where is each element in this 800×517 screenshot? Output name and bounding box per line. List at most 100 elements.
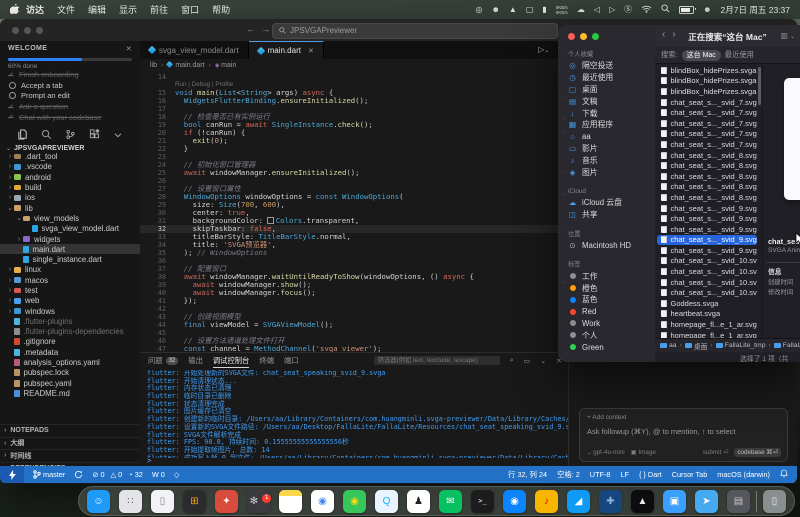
weather-icon[interactable]: ☁ bbox=[577, 6, 585, 14]
dock-app-notes[interactable] bbox=[279, 490, 302, 513]
welcome-item-2[interactable]: Prompt an edit bbox=[8, 91, 132, 102]
dock-app-launchpad[interactable]: ∷ bbox=[119, 490, 142, 513]
tree-item-.metadata[interactable]: .metadata bbox=[0, 347, 140, 357]
search-icon[interactable]: ⌕ bbox=[510, 357, 514, 365]
tree-item-web[interactable]: ›web bbox=[0, 296, 140, 306]
dock-app-terminal[interactable]: >_ bbox=[471, 490, 494, 513]
now-playing-icon[interactable]: ▷ bbox=[609, 6, 615, 14]
sidebar-item-Green[interactable]: Green bbox=[558, 341, 655, 353]
menu-item-3[interactable]: 显示 bbox=[119, 3, 137, 16]
breadcrumb-item-lib[interactable]: lib bbox=[150, 62, 157, 69]
add-context-button[interactable]: + Add context bbox=[587, 414, 627, 421]
tree-item-.flutter-plugins-dependencies[interactable]: .flutter-plugins-dependencies bbox=[0, 327, 140, 337]
sidebar-item-桌面[interactable]: ▢桌面 bbox=[558, 84, 655, 96]
sync-icon[interactable] bbox=[74, 470, 83, 479]
sidebar-section-NOTEPADS[interactable]: ›NOTEPADS bbox=[0, 424, 140, 437]
battery-icon[interactable] bbox=[679, 6, 694, 14]
search-icon[interactable] bbox=[661, 4, 670, 15]
dock-app-iphone-mirroring[interactable]: ▯ bbox=[151, 490, 174, 513]
status-item-1[interactable]: 空格: 2 bbox=[557, 470, 580, 480]
file-row-4[interactable]: chat_seat_s..._svid_7.svga bbox=[657, 107, 757, 118]
sidebar-item-Macintosh HD[interactable]: ⊙Macintosh HD bbox=[558, 240, 655, 252]
chevron-down-icon[interactable] bbox=[113, 130, 123, 140]
file-row-14[interactable]: chat_seat_s..._svid_9.svga bbox=[657, 213, 757, 224]
dock-app-bird-app[interactable]: ➤ bbox=[695, 490, 718, 513]
code-line-16[interactable]: 16 WidgetsFlutterBinding.ensureInitializ… bbox=[140, 97, 568, 105]
dock-app-cursor[interactable]: ▲ bbox=[631, 490, 654, 513]
debug-icon[interactable]: ◇ bbox=[174, 470, 180, 479]
file-row-8[interactable]: chat_seat_s..._svid_8.svga bbox=[657, 150, 757, 161]
zoom-window-button[interactable] bbox=[592, 33, 599, 40]
welcome-item-1[interactable]: Accept a tab bbox=[8, 80, 132, 91]
dock-app-gray-app[interactable]: ▤ bbox=[727, 490, 750, 513]
file-row-5[interactable]: chat_seat_s..._svid_7.svga bbox=[657, 118, 757, 129]
search-icon[interactable] bbox=[41, 129, 52, 140]
panel-tab-终端[interactable]: 终端 bbox=[259, 353, 274, 368]
zoom-window-button[interactable] bbox=[36, 27, 43, 34]
tree-item-linux[interactable]: ›linux bbox=[0, 265, 140, 275]
code-line-35[interactable]: 35 ); // WindowOptions bbox=[140, 249, 568, 257]
sidebar-item-蓝色[interactable]: 蓝色 bbox=[558, 294, 655, 306]
tree-item-view_models[interactable]: ⌄view_models bbox=[0, 213, 140, 223]
input-source-icon[interactable]: Ⓢ bbox=[624, 6, 632, 14]
model-selector[interactable]: ⌄ gpt-4o-mini bbox=[587, 449, 625, 456]
net-speed-indicator[interactable]: 0KB/s0KB/s bbox=[556, 5, 568, 15]
panel-tab-问题[interactable]: 问题32 bbox=[148, 353, 178, 368]
console-prompt[interactable]: > bbox=[147, 456, 152, 465]
file-row-9[interactable]: chat_seat_s..._svid_8.svga bbox=[657, 160, 757, 171]
command-center-search[interactable]: JPSVGAPreviewer bbox=[272, 23, 558, 39]
panel-filter-input[interactable]: 筛选器(例如 text, !exclude, \escape) bbox=[374, 356, 500, 365]
sidebar-item-图片[interactable]: ◈图片 bbox=[558, 166, 655, 178]
image-button[interactable]: ▣ Image bbox=[631, 449, 656, 456]
sidebar-section-时间线[interactable]: ›时间线 bbox=[0, 449, 140, 462]
file-row-15[interactable]: chat_seat_s..._svid_9.svga bbox=[657, 224, 757, 235]
tab-svga_view_model.dart[interactable]: svga_view_model.dart bbox=[140, 41, 249, 59]
ports-status[interactable]: W 0 bbox=[152, 470, 165, 479]
tree-item-ios[interactable]: ›ios bbox=[0, 193, 140, 203]
tree-item-windows[interactable]: ›windows bbox=[0, 306, 140, 316]
panel-layout-icon[interactable]: ▭ bbox=[524, 357, 531, 365]
status-item-4[interactable]: { } Dart bbox=[639, 470, 662, 479]
dock-app-navy-app[interactable]: ✚ bbox=[599, 490, 622, 513]
chat-input[interactable]: + Add context Ask followup (⌘Y), @ to me… bbox=[579, 408, 788, 462]
dock-app-calculator[interactable]: ⊞ bbox=[183, 490, 206, 513]
dock-app-photos-app[interactable]: ▣ bbox=[663, 490, 686, 513]
scope-this-mac[interactable]: 这台 Mac bbox=[682, 50, 721, 61]
stage-manager-icon[interactable]: ▲ bbox=[509, 6, 517, 14]
tab-main.dart[interactable]: main.dart✕ bbox=[249, 41, 324, 59]
nav-back-button[interactable]: ← bbox=[246, 24, 255, 34]
file-row-6[interactable]: chat_seat_s..._svid_7.svga bbox=[657, 129, 757, 140]
panel-tab-端口[interactable]: 端口 bbox=[284, 353, 299, 368]
remote-indicator[interactable] bbox=[0, 466, 24, 483]
panel-tab-输出[interactable]: 输出 bbox=[188, 353, 203, 368]
welcome-item-0[interactable]: ✓Finish onboarding bbox=[8, 70, 132, 81]
file-row-1[interactable]: blindBox_hidePrizes.svga bbox=[657, 76, 757, 87]
wifi-icon[interactable] bbox=[641, 5, 652, 15]
file-row-12[interactable]: chat_seat_s..._svid_8.svga bbox=[657, 192, 757, 203]
menu-item-2[interactable]: 编辑 bbox=[88, 3, 106, 16]
welcome-item-3[interactable]: ✓Ask a question bbox=[8, 101, 132, 112]
path-item-FallaLite_tmp[interactable]: FallaLite_tmp bbox=[716, 342, 766, 349]
code-line-41[interactable]: 41 }); bbox=[140, 297, 568, 305]
sidebar-item-Work[interactable]: Work bbox=[558, 318, 655, 330]
dock-app-trash[interactable]: ▯ bbox=[763, 490, 786, 513]
dock-app-finder[interactable]: ☺ bbox=[87, 490, 110, 513]
file-row-11[interactable]: chat_seat_s..._svid_8.svga bbox=[657, 182, 757, 193]
sidebar-item-aa[interactable]: ⌂aa bbox=[558, 131, 655, 143]
file-row-24[interactable]: homepage_fl...e_1_ar.svga bbox=[657, 319, 757, 330]
sidebar-item-个人[interactable]: 个人 bbox=[558, 329, 655, 341]
path-item-FallaLite[interactable]: FallaLite bbox=[774, 342, 800, 349]
user-icon[interactable]: ☻ bbox=[703, 6, 711, 14]
sidebar-item-Red[interactable]: Red bbox=[558, 306, 655, 318]
tree-item-.dart_tool[interactable]: ›.dart_tool bbox=[0, 152, 140, 162]
dock-app-q-chat-app[interactable]: Q bbox=[375, 490, 398, 513]
chevron-down-icon[interactable]: ⌄ bbox=[790, 34, 795, 40]
file-row-2[interactable]: blindBox_hidePrizes.svga bbox=[657, 86, 757, 97]
sidebar-item-共享[interactable]: ◫共享 bbox=[558, 209, 655, 221]
source-control-icon[interactable] bbox=[65, 129, 76, 140]
dock-app-qq[interactable]: ♟ bbox=[407, 490, 430, 513]
tree-item-android[interactable]: ›android bbox=[0, 172, 140, 182]
file-row-17[interactable]: chat_seat_s..._svid_9.svga bbox=[657, 245, 757, 256]
file-row-21[interactable]: chat_seat_s..._svid_10.svga bbox=[657, 287, 757, 298]
menu-bar-clock[interactable]: 2月7日 周五 23:37 bbox=[721, 4, 790, 16]
